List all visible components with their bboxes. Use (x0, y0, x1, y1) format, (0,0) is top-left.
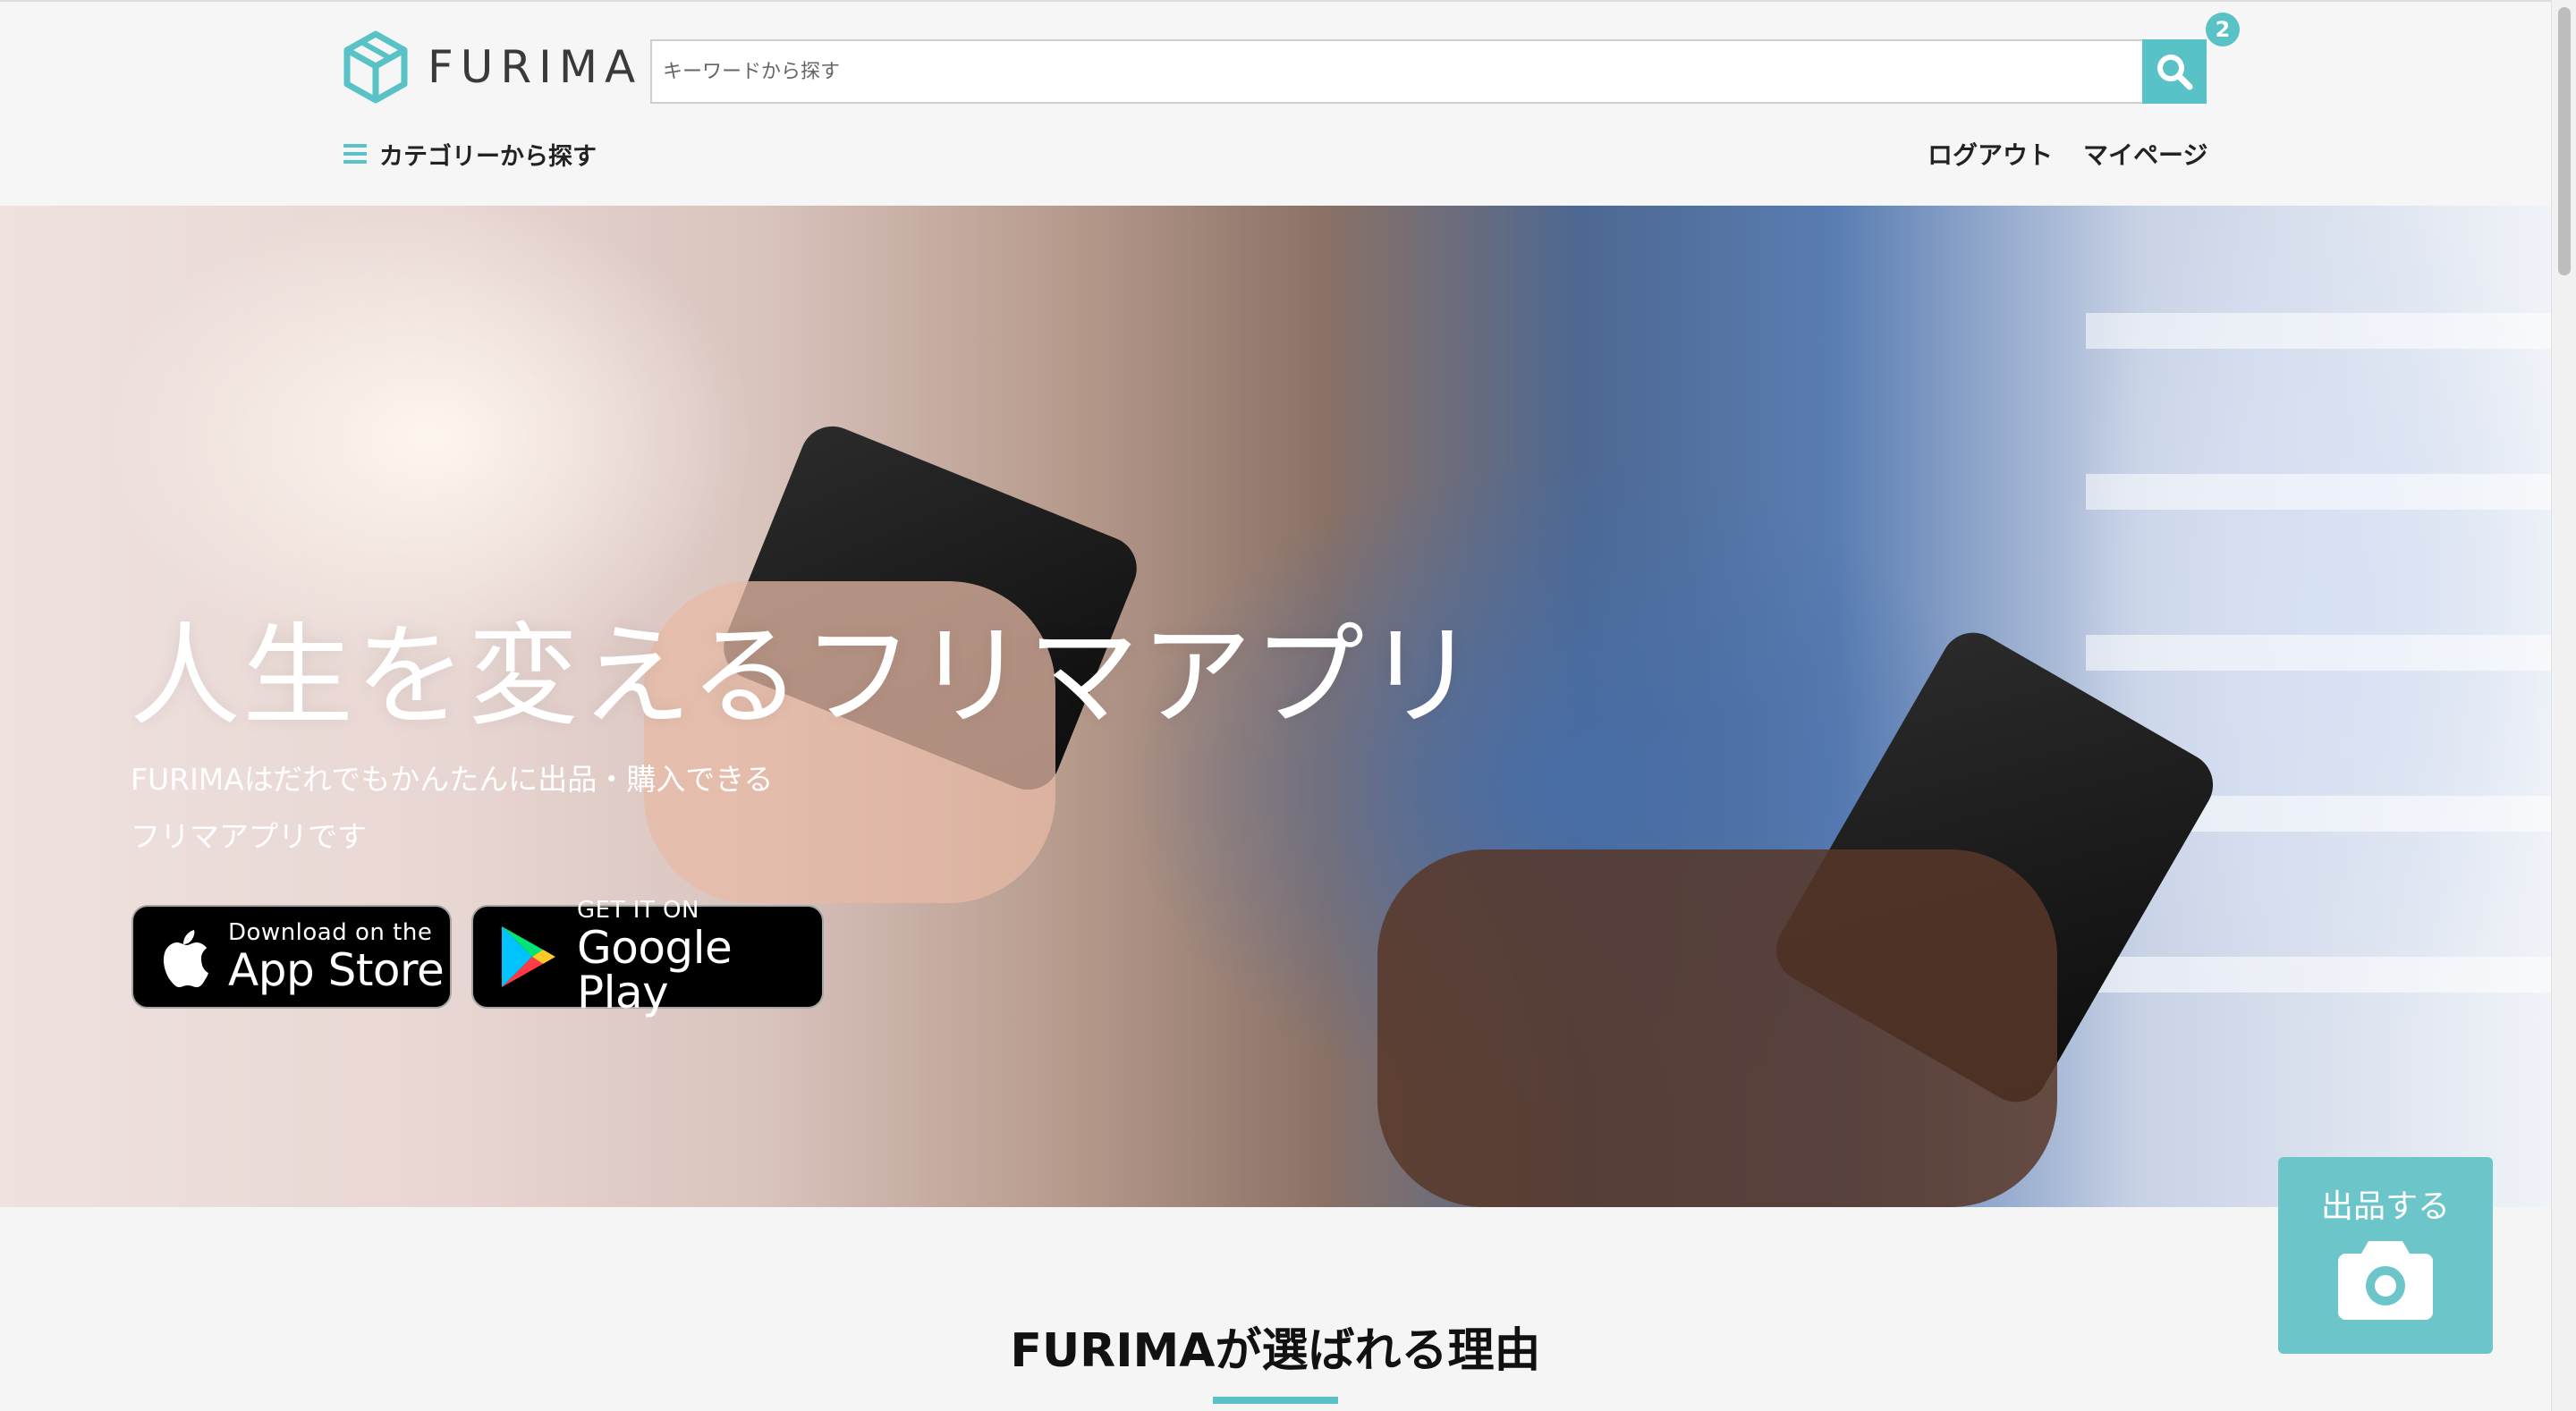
logout-link[interactable]: ログアウト (1928, 136, 2053, 172)
hero-banner: 人生を変えるフリマアプリ FURIMAはだれでもかんたんに出品・購入できる フリ… (0, 206, 2551, 1207)
sell-button[interactable]: 出品する (2278, 1157, 2493, 1354)
search-bar (650, 39, 2207, 104)
site-header: FURIMA カテゴリーから探す ログアウト マイページ 2 (0, 0, 2551, 206)
search-icon (2157, 55, 2193, 90)
hero-hand-right (1377, 849, 2057, 1207)
google-play-button[interactable]: GET IT ON Google Play (471, 899, 824, 1015)
sell-label: 出品する (2320, 1188, 2450, 1225)
google-play-icon (502, 926, 555, 987)
google-play-big-text: Google Play (577, 922, 733, 1018)
section-title: FURIMAが選ばれる理由 (1010, 1324, 1541, 1378)
logo-text: FURIMA (428, 41, 643, 93)
hero-decoration (2086, 474, 2551, 510)
hamburger-icon (343, 144, 367, 164)
hero-decoration (2086, 957, 2551, 993)
hero-decoration (2086, 635, 2551, 671)
hero-title: 人生を変えるフリマアプリ (130, 613, 1479, 741)
camera-icon (2338, 1241, 2433, 1320)
scrollbar-thumb[interactable] (2558, 7, 2571, 275)
app-store-small-text: Download on the (228, 919, 433, 946)
apple-icon (163, 930, 208, 987)
mypage-link[interactable]: マイページ (2083, 136, 2207, 172)
hero-subtitle: FURIMAはだれでもかんたんに出品・購入できる フリマアプリです (131, 751, 936, 866)
app-store-big-text: App Store (228, 944, 445, 996)
search-button[interactable] (2142, 39, 2207, 104)
logo-cube-icon (343, 30, 408, 104)
page-scrollbar[interactable] (2551, 0, 2576, 1411)
category-label: カテゴリーから探す (379, 142, 597, 171)
hero-subtitle-line1: FURIMAはだれでもかんたんに出品・購入できる (131, 762, 774, 797)
app-store-button[interactable]: Download on the App Store (131, 905, 452, 1009)
hero-subtitle-line2: フリマアプリです (131, 819, 367, 854)
section-title-underline (1213, 1397, 1338, 1404)
search-input[interactable] (650, 39, 2142, 104)
google-play-small-text: GET IT ON (577, 897, 699, 924)
hero-decoration (2086, 313, 2551, 349)
category-menu[interactable]: カテゴリーから探す (343, 136, 597, 172)
notification-badge: 2 (2206, 13, 2240, 46)
logo[interactable]: FURIMA (343, 29, 642, 106)
user-nav: ログアウト マイページ (1928, 136, 2207, 172)
